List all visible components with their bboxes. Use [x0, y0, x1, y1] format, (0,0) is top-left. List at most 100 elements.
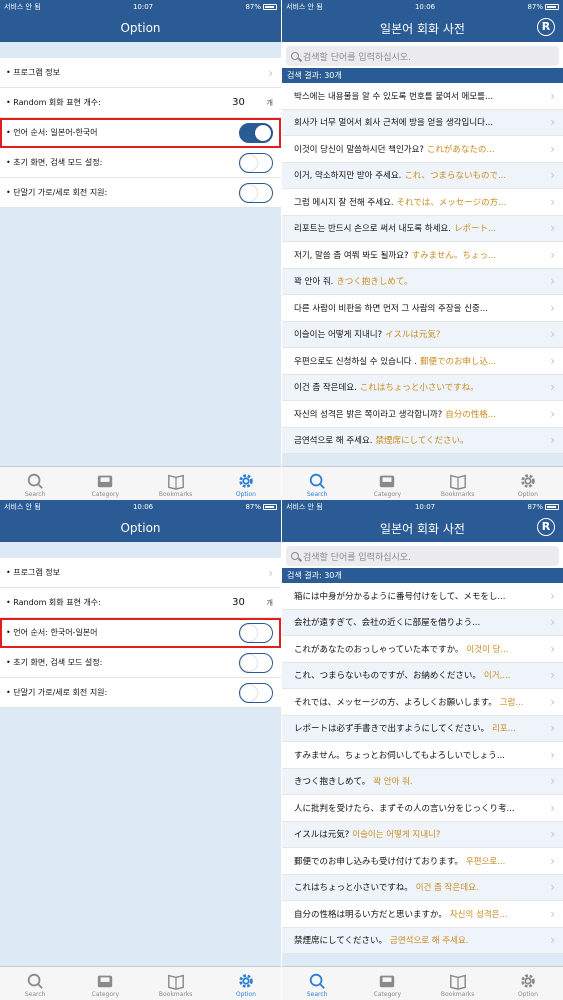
tab-option[interactable]: Option — [211, 967, 281, 1000]
list-item[interactable]: 꽉 안아 줘. きつく抱きしめて。 › — [282, 268, 563, 295]
list-item[interactable]: きつく抱きしめて。 꽉 안아 줘. › — [282, 768, 563, 795]
list-item[interactable]: 이슬이는 어떻게 지내니? イスルは元気? › — [282, 321, 563, 348]
list-item[interactable]: 자신의 성격은 밝은 쪽이라고 생각합니까? 自分の性格... › — [282, 401, 563, 428]
result-main: きつく抱きしめて。 — [294, 777, 371, 788]
result-main: 자신의 성격은 밝은 쪽이라고 생각합니까? — [294, 409, 443, 420]
list-item[interactable]: 箱には中身が分かるように番号付けをして、メモをし... › — [282, 583, 563, 610]
initial-screen-toggle[interactable] — [239, 152, 273, 173]
result-text: イスルは元気? 이슬이는 어떻게 지내니? — [294, 828, 550, 840]
registered-icon[interactable]: R — [537, 18, 555, 36]
tab-option[interactable]: Option — [493, 467, 563, 500]
search-input[interactable]: 검색할 단어를 입력하십시오. — [286, 46, 559, 66]
search-icon — [27, 973, 43, 989]
chevron-right-icon: › — [550, 141, 555, 156]
list-item[interactable]: 이거, 약소하지만 받아 주세요. これ、つまらないもので... › — [282, 162, 563, 189]
list-item[interactable]: 저기, 말씀 좀 여쭤 봐도 될까요? すみません。ちょっ... › — [282, 242, 563, 269]
result-translation: 꽉 안아 줘. — [373, 777, 413, 788]
tab-search[interactable]: Search — [0, 467, 70, 500]
rotation-toggle[interactable] — [239, 682, 273, 703]
list-item[interactable]: これがあなたのおっしゃっていた本ですか。 이것이 당... › — [282, 636, 563, 663]
tab-category[interactable]: Category — [352, 467, 422, 500]
search-area: 검색할 단어를 입력하십시오. — [282, 542, 563, 568]
tab-label: Bookmarks — [158, 991, 193, 998]
list-item[interactable]: 이건 좀 작은데요. これはちょっと小さいですね。 › — [282, 374, 563, 401]
result-translation: それでは、メッセージの方... — [396, 197, 507, 208]
language-order-toggle[interactable] — [239, 122, 273, 143]
status-time: 10:07 — [414, 503, 436, 511]
result-text: きつく抱きしめて。 꽉 안아 줘. — [294, 775, 550, 787]
tab-bookmarks[interactable]: Bookmarks — [141, 467, 211, 500]
list-item[interactable]: 自分の性格は明るい方だと思いますか。 자신의 성격은... › — [282, 901, 563, 928]
result-main: 郵便でのお申し込みも受け付けております。 — [294, 856, 463, 867]
registered-icon[interactable]: R — [537, 518, 555, 536]
list-item[interactable]: 금연석으로 해 주세요. 禁煙席にしてください。 › — [282, 427, 563, 454]
list-item[interactable]: 회사가 너무 멀어서 회사 근처에 방을 얻을 생각입니다... › — [282, 109, 563, 136]
chevron-right-icon: › — [550, 406, 555, 421]
search-icon — [291, 52, 299, 60]
list-item[interactable]: 郵便でのお申し込みも受け付けております。 우편으로... › — [282, 848, 563, 875]
tab-search[interactable]: Search — [282, 467, 352, 500]
search-input[interactable]: 검색할 단어를 입력하십시오. — [286, 546, 559, 566]
rotation-toggle[interactable] — [239, 182, 273, 203]
result-translation: 自分の性格... — [445, 409, 496, 420]
language-order-toggle[interactable] — [239, 622, 273, 643]
chevron-right-icon: › — [550, 168, 555, 183]
result-translation: 이거,... — [483, 671, 511, 682]
tab-bar: Search Category Bookmarks Option — [0, 966, 281, 1000]
list-item[interactable]: すみません。ちょっとお伺いしてもよろしいでしょう... › — [282, 742, 563, 769]
tab-label: Option — [517, 991, 538, 998]
tab-option[interactable]: Option — [493, 967, 563, 1000]
random-count-field[interactable]: 30 — [217, 97, 261, 108]
result-translation: 이건 좀 작은데요. — [415, 883, 479, 894]
tab-bookmarks[interactable]: Bookmarks — [423, 967, 493, 1000]
option-label: • 프로그램 정보 — [6, 68, 60, 77]
list-item[interactable]: 다른 사람이 비판을 하면 먼저 그 사람의 주장을 신중... › — [282, 295, 563, 322]
option-program-info[interactable]: • 프로그램 정보 › — [0, 558, 281, 588]
chevron-right-icon: › — [550, 880, 555, 895]
initial-screen-toggle[interactable] — [239, 652, 273, 673]
list-item[interactable]: 우편으로도 신청하실 수 있습니다 . 郵便でのお申し込... › — [282, 348, 563, 375]
list-item[interactable]: それでは、メッセージの方、よろしくお願いします。 그럼... › — [282, 689, 563, 716]
result-text: 저기, 말씀 좀 여쭤 봐도 될까요? すみません。ちょっ... — [294, 249, 550, 261]
list-item[interactable]: 会社が遠すぎて、会社の近くに部屋を借りよう... › — [282, 609, 563, 636]
tab-option[interactable]: Option — [211, 467, 281, 500]
tab-search[interactable]: Search — [0, 967, 70, 1000]
tab-search[interactable]: Search — [282, 967, 352, 1000]
chevron-right-icon: › — [550, 747, 555, 762]
chevron-right-icon: › — [550, 774, 555, 789]
list-item[interactable]: 박스에는 내용물을 알 수 있도록 번호를 붙여서 메모를... › — [282, 83, 563, 110]
option-program-info[interactable]: • 프로그램 정보 › — [0, 58, 281, 88]
result-translation: 그럼... — [499, 697, 524, 708]
tab-label: Search — [24, 491, 46, 498]
result-main: これがあなたのおっしゃっていた本ですか。 — [294, 644, 464, 655]
tab-category[interactable]: Category — [70, 467, 140, 500]
random-count-field[interactable]: 30 — [217, 597, 261, 608]
search-icon — [309, 473, 325, 489]
tab-category[interactable]: Category — [352, 967, 422, 1000]
battery-percent: 87% — [527, 3, 543, 11]
list-item[interactable]: 이것이 당신이 말씀하시던 책인가요? これがあなたの... › — [282, 136, 563, 163]
list-item[interactable]: レポートは必ず手書きで出すようにしてください。 리포... › — [282, 715, 563, 742]
search-placeholder: 검색할 단어를 입력하십시오. — [303, 52, 411, 63]
book-icon — [167, 974, 184, 990]
battery-icon — [545, 504, 559, 510]
chevron-right-icon: › — [550, 274, 555, 289]
result-text: 리포트는 반드시 손으로 써서 내도록 하세요. レポート... — [294, 222, 550, 234]
tab-bookmarks[interactable]: Bookmarks — [141, 967, 211, 1000]
tab-label: Option — [517, 491, 538, 498]
list-item[interactable]: 리포트는 반드시 손으로 써서 내도록 하세요. レポート... › — [282, 215, 563, 242]
list-item[interactable]: 禁煙席にしてください。 금연석으로 해 주세요. › — [282, 927, 563, 954]
option-label: • Random 회화 표현 개수: — [6, 598, 101, 607]
result-main: 다른 사람이 비판을 하면 먼저 그 사람의 주장을 신중... — [294, 303, 488, 314]
list-item[interactable]: イスルは元気? 이슬이는 어떻게 지내니? › — [282, 821, 563, 848]
list-item[interactable]: これ、つまらないものですが、お納めください。 이거,... › — [282, 662, 563, 689]
inbox-icon — [98, 975, 113, 988]
result-text: 다른 사람이 비판을 하면 먼저 그 사람의 주장을 신중... — [294, 302, 550, 314]
tab-category[interactable]: Category — [70, 967, 140, 1000]
list-item[interactable]: 그럼 메시지 잘 전해 주세요. それでは、メッセージの方... › — [282, 189, 563, 216]
result-main: これ、つまらないものですが、お納めください。 — [294, 671, 481, 682]
list-item[interactable]: これはちょっと小さいですね。 이건 좀 작은데요. › — [282, 874, 563, 901]
list-item[interactable]: 人に批判を受けたら、まずその人の言い分をじっくり考... › — [282, 795, 563, 822]
result-text: レポートは必ず手書きで出すようにしてください。 리포... — [294, 722, 550, 734]
tab-bookmarks[interactable]: Bookmarks — [423, 467, 493, 500]
